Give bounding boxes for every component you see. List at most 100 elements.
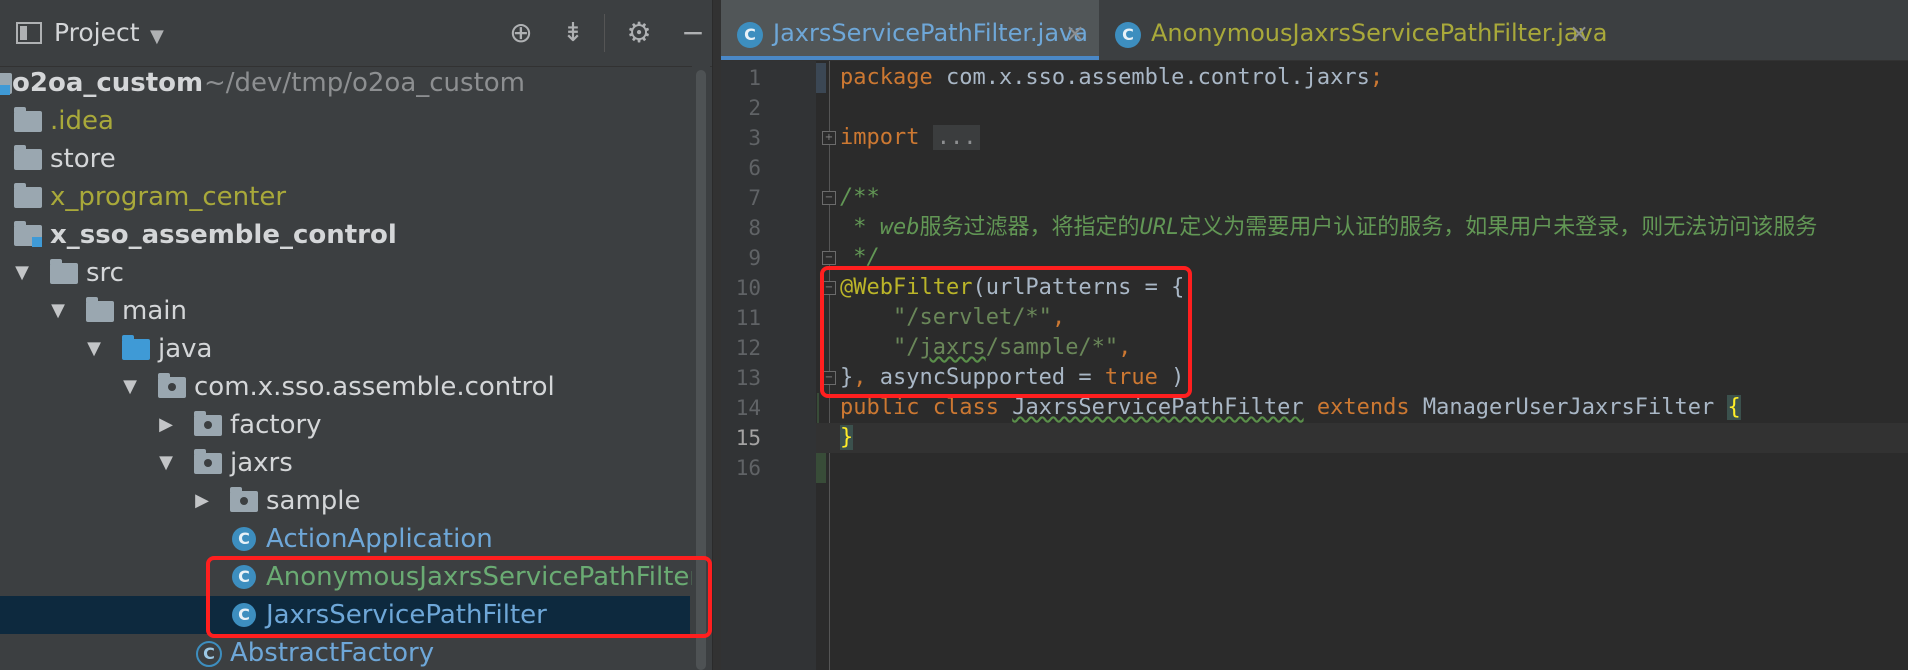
class-icon: C <box>1115 22 1141 48</box>
locate-target-icon[interactable]: ⊕ <box>504 16 538 50</box>
line-number: 10 <box>735 276 761 300</box>
line-number: 13 <box>735 366 761 390</box>
collapse-all-icon[interactable]: ⇟ <box>556 16 590 50</box>
tree-item-path: ~/dev/tmp/o2oa_custom <box>204 68 526 98</box>
code-line-15[interactable]: } <box>840 423 854 453</box>
highlight-box-annotation <box>820 266 1192 398</box>
line-number: 11 <box>735 306 761 330</box>
line-number-gutter: 1 2 3 6 7 8 9 10 11 12 13 14 15 16 <box>721 61 816 670</box>
package-icon <box>158 373 186 398</box>
package-icon <box>230 487 258 512</box>
gear-icon[interactable]: ⚙ <box>622 16 656 50</box>
folder-icon <box>14 107 42 132</box>
module-marker-icon <box>0 85 10 95</box>
project-panel: Project ▼ ⊕ ⇟ ⚙ − o2oa_custom ~/dev/tmp/… <box>0 0 712 670</box>
source-folder-icon <box>122 335 150 360</box>
expanded-arrow-icon[interactable]: ▼ <box>84 330 104 368</box>
tab-label: JaxrsServicePathFilter.java <box>773 19 1088 47</box>
line-number: 2 <box>748 96 761 120</box>
tree-item-main[interactable]: ▼ main <box>0 292 690 330</box>
tree-item-java[interactable]: ▼ java <box>0 330 690 368</box>
close-icon[interactable]: × <box>1569 0 1589 66</box>
tree-item-package-control[interactable]: ▼ com.x.sso.assemble.control <box>0 368 690 406</box>
tree-item-x-sso-assemble-control[interactable]: x_sso_assemble_control <box>0 216 690 254</box>
tree-item-label: java <box>158 334 213 364</box>
tree-item-o2oa-custom[interactable]: o2oa_custom ~/dev/tmp/o2oa_custom <box>0 64 690 102</box>
tree-item-label: factory <box>230 410 322 440</box>
semicolon: ; <box>1369 65 1384 90</box>
class-icon: C <box>737 22 763 48</box>
doc-comment: URL <box>1139 215 1180 240</box>
collapsed-arrow-icon[interactable]: ▶ <box>192 482 212 520</box>
fold-expand-icon[interactable]: + <box>822 131 836 145</box>
project-panel-header: Project ▼ ⊕ ⇟ ⚙ − <box>0 0 712 67</box>
folder-icon <box>86 297 114 322</box>
doc-comment: 服务过滤器，将指定的 <box>919 215 1140 240</box>
tree-item-store[interactable]: store <box>0 140 690 178</box>
tree-item-src[interactable]: ▼ src <box>0 254 690 292</box>
fold-collapse-icon[interactable]: − <box>822 191 836 205</box>
expanded-arrow-icon[interactable]: ▼ <box>120 368 140 406</box>
matched-brace: } <box>840 425 854 450</box>
line-number: 9 <box>748 246 761 270</box>
tab-jaxrs-service-path-filter[interactable]: C JaxrsServicePathFilter.java × <box>721 0 1099 60</box>
expanded-arrow-icon[interactable]: ▼ <box>48 292 68 330</box>
tree-item-label: o2oa_custom <box>12 68 204 98</box>
keyword: import <box>840 125 920 150</box>
line-number: 6 <box>748 156 761 180</box>
code-line-7[interactable]: /** <box>840 183 880 213</box>
tree-item-label: jaxrs <box>230 448 293 478</box>
keyword: package <box>840 65 933 90</box>
tree-item-abstract-factory[interactable]: C AbstractFactory <box>0 634 690 670</box>
tree-item-sample[interactable]: ▶ sample <box>0 482 690 520</box>
line-number: 3 <box>748 126 761 150</box>
line-number: 1 <box>748 66 761 90</box>
tree-item-label: .idea <box>50 106 114 136</box>
tab-anonymous-filter[interactable]: C AnonymousJaxrsServicePathFilter.java × <box>1099 0 1607 60</box>
tree-item-idea[interactable]: .idea <box>0 102 690 140</box>
editor-tab-bar: C JaxrsServicePathFilter.java × C Anonym… <box>721 0 1908 61</box>
package-icon <box>194 411 222 436</box>
tree-item-action-application[interactable]: C ActionApplication <box>0 520 690 558</box>
folder-icon <box>14 183 42 208</box>
code-line-3[interactable]: import ... <box>840 123 981 153</box>
minimize-icon[interactable]: − <box>676 16 710 50</box>
project-panel-title[interactable]: Project <box>54 18 140 47</box>
line-number: 16 <box>735 456 761 480</box>
doc-comment: /** <box>840 185 880 210</box>
current-line-highlight <box>816 423 1908 453</box>
tree-item-label: src <box>86 258 124 288</box>
tree-item-jaxrs[interactable]: ▼ jaxrs <box>0 444 690 482</box>
header-divider <box>604 14 605 52</box>
tree-item-label: sample <box>266 486 361 516</box>
close-icon[interactable]: × <box>1065 0 1085 66</box>
highlight-box-tree <box>206 556 712 638</box>
class-icon: C <box>232 527 256 551</box>
code-line-8[interactable]: * web服务过滤器，将指定的URL定义为需要用户认证的服务，如果用户未登录，则… <box>840 213 1817 243</box>
tree-item-label: x_sso_assemble_control <box>50 220 397 250</box>
keyword: class <box>919 395 1013 420</box>
folded-imports[interactable]: ... <box>932 125 981 150</box>
keyword: extends <box>1303 395 1423 420</box>
tree-item-label: x_program_center <box>50 182 287 212</box>
class-name: JaxrsServicePathFilter <box>1012 395 1304 420</box>
doc-comment: web <box>879 215 920 240</box>
tree-item-factory[interactable]: ▶ factory <box>0 406 690 444</box>
tree-item-label: com.x.sso.assemble.control <box>194 372 555 402</box>
chevron-down-icon[interactable]: ▼ <box>150 26 164 47</box>
tree-item-x-program-center[interactable]: x_program_center <box>0 178 690 216</box>
collapsed-arrow-icon[interactable]: ▶ <box>156 406 176 444</box>
folder-icon <box>50 259 78 284</box>
vcs-added-marker <box>816 453 826 483</box>
code-line-1[interactable]: package com.x.sso.assemble.control.jaxrs… <box>840 63 1383 93</box>
project-view-icon <box>16 22 42 44</box>
line-number: 8 <box>748 216 761 240</box>
fold-end-icon[interactable]: − <box>822 251 836 265</box>
expanded-arrow-icon[interactable]: ▼ <box>12 254 32 292</box>
tree-item-label: AbstractFactory <box>230 638 435 668</box>
expanded-arrow-icon[interactable]: ▼ <box>156 444 176 482</box>
tree-item-label: store <box>50 144 116 174</box>
matched-brace: { <box>1727 395 1741 420</box>
editor-panel: C JaxrsServicePathFilter.java × C Anonym… <box>721 0 1908 670</box>
package-icon <box>194 449 222 474</box>
